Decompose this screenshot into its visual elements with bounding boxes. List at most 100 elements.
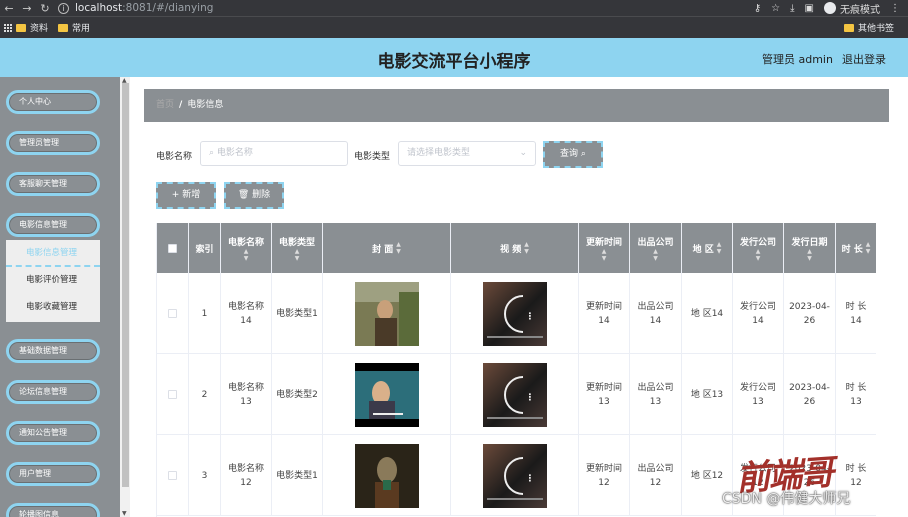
bookmark-folder-resources[interactable]: 资料	[16, 21, 48, 34]
table-row[interactable]: 1 电影名称14 电影类型1 ⋮ 更新时间14 出品公司14 地 区14 发行公…	[157, 273, 876, 354]
header-cover[interactable]: 封 面 ▲ ▼	[323, 223, 451, 273]
submenu-movie: 电影信息管理 电影评价管理 电影收藏管理	[6, 240, 100, 322]
menu-icon[interactable]: ⋮	[890, 3, 900, 14]
url-host: localhost	[75, 2, 123, 14]
sort-icon[interactable]: ▲ ▼	[295, 248, 300, 262]
sidebar-item-user[interactable]: 用户管理	[6, 462, 100, 486]
header-region[interactable]: 地 区 ▲ ▼	[682, 223, 733, 273]
cell-region: 地 区14	[682, 273, 733, 354]
cell-company: 出品公司13	[630, 354, 682, 435]
header-release-date[interactable]: 发行日期 ▲ ▼	[784, 223, 836, 273]
cell-name: 电影名称12	[221, 435, 272, 516]
header-type[interactable]: 电影类型 ▲ ▼	[272, 223, 323, 273]
sort-icon[interactable]: ▲ ▼	[756, 248, 761, 262]
sidebar: 个人中心 管理员管理 客服聊天管理 电影信息管理 电影信息管理 电影评价管理 电…	[0, 77, 120, 517]
app-header: 电影交流平台小程序 管理员 admin 退出登录	[0, 38, 908, 77]
row-checkbox[interactable]	[168, 390, 177, 399]
header-name[interactable]: 电影名称 ▲ ▼	[221, 223, 272, 273]
movie-type-label: 电影类型	[354, 152, 391, 162]
sort-icon[interactable]: ▲ ▼	[524, 241, 529, 255]
sort-icon[interactable]: ▲ ▼	[602, 248, 607, 262]
sidebar-item-admin[interactable]: 管理员管理	[6, 131, 100, 155]
cover-image[interactable]	[354, 281, 419, 346]
cell-duration: 时 长14	[836, 273, 876, 354]
submenu-item-movie-review[interactable]: 电影评价管理	[6, 267, 100, 294]
sort-icon[interactable]: ▲ ▼	[653, 248, 658, 262]
sidebar-item-movie[interactable]: 电影信息管理	[6, 213, 100, 237]
header-index: 索引	[189, 223, 221, 273]
row-checkbox[interactable]	[168, 471, 177, 480]
cell-update-time: 更新时间14	[579, 273, 630, 354]
table-row[interactable]: 2 电影名称13 电影类型2 ⋮ 更新时间13 出品公司13 地 区13 发行公…	[157, 354, 876, 435]
movie-name-input[interactable]: ⌕ 电影名称	[200, 141, 348, 166]
sort-icon[interactable]: ▲ ▼	[396, 241, 401, 255]
star-icon[interactable]: ☆	[771, 3, 780, 14]
table-header: 索引 电影名称 ▲ ▼ 电影类型 ▲ ▼ 封 面 ▲ ▼ 视 频 ▲ ▼ 更新时间 ▲ ▼ 出品公司…	[157, 223, 876, 273]
header-video[interactable]: 视 频 ▲ ▼	[451, 223, 579, 273]
sidebar-item-chat[interactable]: 客服聊天管理	[6, 172, 100, 196]
search-icon: ⌕	[580, 149, 586, 159]
sidebar-item-notice[interactable]: 通知公告管理	[6, 421, 100, 445]
sidebar-item-carousel[interactable]: 轮播图信息	[6, 503, 100, 517]
folder-icon	[58, 23, 69, 32]
header-company[interactable]: 出品公司 ▲ ▼	[630, 223, 682, 273]
movie-type-select[interactable]: 请选择电影类型 ⌄	[398, 141, 536, 166]
apps-icon[interactable]	[4, 23, 12, 32]
add-button[interactable]: + 新增	[156, 182, 216, 209]
sidebar-item-forum[interactable]: 论坛信息管理	[6, 380, 100, 404]
sort-icon[interactable]: ▲ ▼	[866, 241, 871, 255]
cell-type: 电影类型1	[272, 273, 323, 354]
sidebar-item-basic-data[interactable]: 基础数据管理	[6, 339, 100, 363]
row-checkbox[interactable]	[168, 309, 177, 318]
delete-button[interactable]: 🗑 删除	[224, 182, 284, 209]
sort-icon[interactable]: ▲ ▼	[717, 241, 722, 255]
sidebar-item-profile[interactable]: 个人中心	[6, 90, 100, 114]
other-bookmarks[interactable]: 其他书签	[843, 21, 894, 34]
forward-icon[interactable]: →	[18, 2, 36, 15]
cover-image[interactable]	[354, 362, 419, 427]
key-icon[interactable]: ⚷	[754, 3, 761, 14]
select-all-checkbox[interactable]	[168, 243, 177, 253]
download-icon[interactable]: ⤓	[790, 3, 794, 14]
scroll-down-icon[interactable]: ▼	[122, 510, 127, 517]
video-player[interactable]: ⋮	[482, 362, 547, 427]
sort-icon[interactable]: ▲ ▼	[244, 248, 249, 262]
movie-type-placeholder: 请选择电影类型	[407, 148, 471, 158]
video-player[interactable]: ⋮	[482, 443, 547, 508]
sidebar-scrollbar[interactable]: ▲ ▼	[120, 77, 130, 517]
plus-icon: +	[171, 190, 180, 200]
incognito-badge[interactable]: 无痕模式	[824, 1, 880, 16]
header-publisher[interactable]: 发行公司 ▲ ▼	[733, 223, 784, 273]
cell-update-time: 更新时间13	[579, 354, 630, 435]
address-bar[interactable]: i localhost:8081/#/dianying	[58, 2, 213, 14]
sidepanel-icon[interactable]: ▣	[805, 3, 814, 14]
cell-index: 3	[189, 435, 221, 516]
cell-name: 电影名称13	[221, 354, 272, 435]
more-icon[interactable]: ⋮	[526, 391, 535, 405]
cell-type: 电影类型2	[272, 354, 323, 435]
info-icon[interactable]: i	[58, 2, 69, 14]
breadcrumb-separator: /	[179, 100, 183, 110]
trash-icon: 🗑	[237, 190, 250, 200]
submenu-item-movie-favorite[interactable]: 电影收藏管理	[6, 294, 100, 321]
sort-icon[interactable]: ▲ ▼	[807, 248, 812, 262]
more-icon[interactable]: ⋮	[526, 472, 535, 486]
header-duration[interactable]: 时 长 ▲ ▼	[836, 223, 876, 273]
breadcrumb-home[interactable]: 首页	[156, 100, 174, 110]
header-update-time[interactable]: 更新时间 ▲ ▼	[579, 223, 630, 273]
video-player[interactable]: ⋮	[482, 281, 547, 346]
logout-link[interactable]: 退出登录	[842, 51, 886, 67]
admin-label: 管理员 admin	[762, 53, 833, 66]
reload-icon[interactable]: ↻	[36, 2, 54, 15]
cell-release-date: 2023-04-26	[784, 273, 836, 354]
incognito-label: 无痕模式	[840, 4, 880, 16]
more-icon[interactable]: ⋮	[526, 310, 535, 324]
cover-image[interactable]	[354, 443, 419, 508]
cell-publisher: 发行公司13	[733, 354, 784, 435]
scroll-thumb[interactable]	[122, 83, 129, 487]
submenu-item-movie-info[interactable]: 电影信息管理	[6, 240, 100, 267]
query-button[interactable]: 查询 ⌕	[543, 141, 603, 168]
bookmark-folder-common[interactable]: 常用	[58, 21, 90, 34]
back-icon[interactable]: ←	[0, 2, 18, 15]
search-icon: ⌕	[209, 148, 215, 158]
